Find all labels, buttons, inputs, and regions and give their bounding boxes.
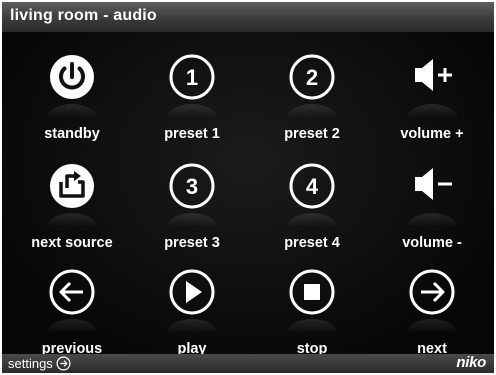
next-button[interactable]: next bbox=[372, 261, 492, 361]
preset-1-number: 1 bbox=[186, 65, 198, 90]
volume-up-label: volume + bbox=[400, 126, 464, 142]
volume-down-button[interactable]: volume - bbox=[372, 155, 492, 255]
app-window: living room - audio standby 1 preset 1 2… bbox=[2, 2, 494, 373]
icon-reflection bbox=[167, 319, 217, 333]
icon-reflection bbox=[167, 213, 217, 227]
standby-label: standby bbox=[44, 126, 100, 142]
stop-button[interactable]: stop bbox=[252, 261, 372, 361]
preset-4-number: 4 bbox=[306, 174, 319, 199]
arrow-left-circle-icon bbox=[49, 269, 95, 315]
settings-button[interactable]: settings bbox=[8, 355, 71, 372]
standby-button[interactable]: standby bbox=[12, 46, 132, 146]
preset-2-label: preset 2 bbox=[284, 126, 340, 142]
speaker-plus-icon bbox=[415, 59, 452, 91]
preset-3-label: preset 3 bbox=[164, 235, 220, 251]
speaker-minus-icon bbox=[415, 168, 452, 200]
volume-up-button[interactable]: volume + bbox=[372, 46, 492, 146]
preset-3-button[interactable]: 3 preset 3 bbox=[132, 155, 252, 255]
source-switch-icon bbox=[50, 164, 94, 208]
icon-reflection bbox=[407, 104, 457, 118]
arrow-right-circle-icon bbox=[409, 269, 455, 315]
preset-2-button[interactable]: 2 preset 2 bbox=[252, 46, 372, 146]
previous-button[interactable]: previous bbox=[12, 261, 132, 361]
icon-reflection bbox=[287, 319, 337, 333]
icon-reflection bbox=[47, 213, 97, 227]
icon-reflection bbox=[47, 104, 97, 118]
button-grid: standby 1 preset 1 2 preset 2 volume + n… bbox=[2, 32, 494, 357]
play-circle-icon bbox=[169, 269, 215, 315]
brand-logo: niko bbox=[456, 354, 486, 371]
next-source-button[interactable]: next source bbox=[12, 155, 132, 255]
number-circle-icon: 2 bbox=[289, 54, 335, 100]
arrow-right-circle-icon bbox=[56, 356, 71, 371]
preset-2-number: 2 bbox=[306, 65, 318, 90]
preset-1-label: preset 1 bbox=[164, 126, 220, 142]
preset-1-button[interactable]: 1 preset 1 bbox=[132, 46, 252, 146]
preset-4-label: preset 4 bbox=[284, 235, 340, 251]
settings-label: settings bbox=[8, 356, 53, 371]
icon-reflection bbox=[47, 319, 97, 333]
play-button[interactable]: play bbox=[132, 261, 252, 361]
preset-3-number: 3 bbox=[186, 174, 198, 199]
power-icon bbox=[50, 55, 94, 99]
icon-reflection bbox=[407, 319, 457, 333]
stop-circle-icon bbox=[289, 269, 335, 315]
next-source-label: next source bbox=[31, 235, 113, 251]
number-circle-icon: 4 bbox=[289, 163, 335, 209]
icon-reflection bbox=[287, 104, 337, 118]
icon-reflection bbox=[167, 104, 217, 118]
page-title: living room - audio bbox=[10, 7, 157, 24]
icon-reflection bbox=[287, 213, 337, 227]
volume-down-label: volume - bbox=[402, 235, 462, 251]
preset-4-button[interactable]: 4 preset 4 bbox=[252, 155, 372, 255]
number-circle-icon: 1 bbox=[169, 54, 215, 100]
icon-reflection bbox=[407, 213, 457, 227]
number-circle-icon: 3 bbox=[169, 163, 215, 209]
footer-bar: settings niko bbox=[2, 354, 494, 373]
title-bar: living room - audio bbox=[2, 2, 494, 33]
